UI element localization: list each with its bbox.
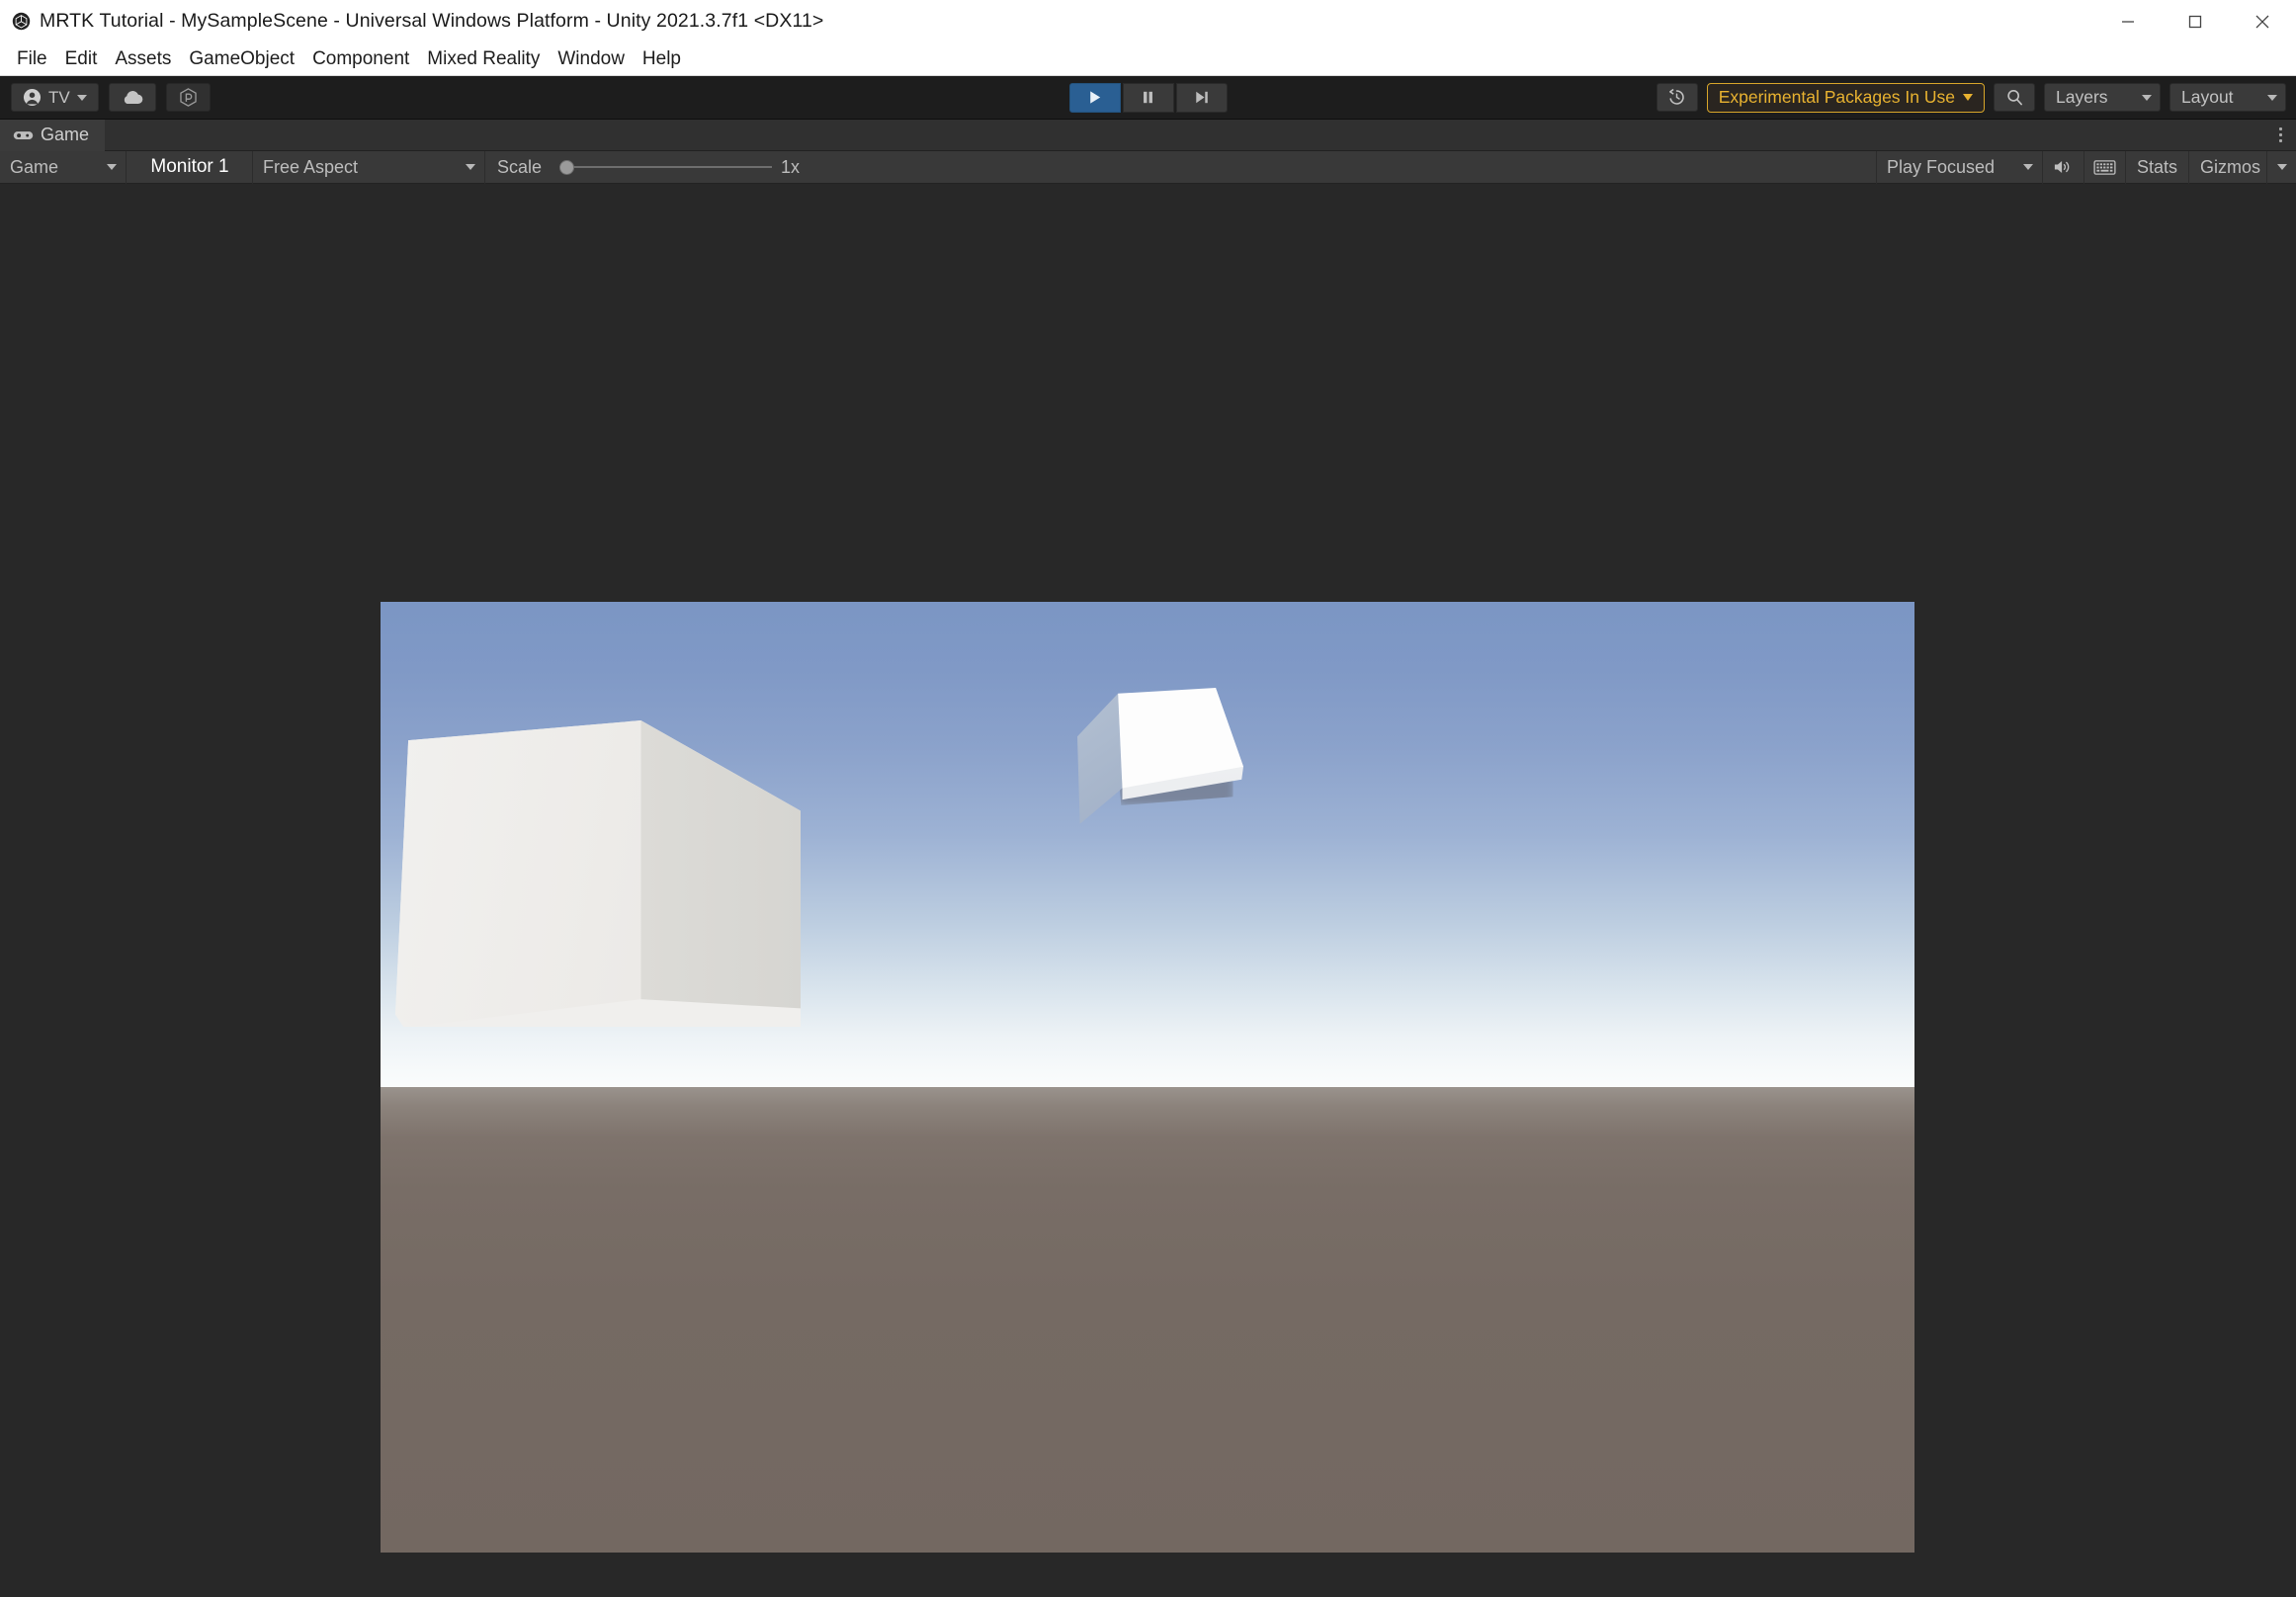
unity-main-toolbar: TV Experimental Packages In Use Layers L… <box>0 76 2296 120</box>
experimental-packages-label: Experimental Packages In Use <box>1718 87 1955 107</box>
chevron-down-icon <box>2022 164 2033 170</box>
maximize-icon <box>2188 15 2202 28</box>
tab-game[interactable]: Game <box>0 119 106 151</box>
window-controls <box>2094 0 2296 42</box>
unity-logo-icon <box>12 12 31 31</box>
tab-game-label: Game <box>41 125 90 144</box>
chevron-down-icon <box>2142 94 2152 101</box>
aspect-ratio-selector[interactable]: Free Aspect <box>253 150 485 184</box>
maximize-button[interactable] <box>2162 0 2229 42</box>
menu-item-help[interactable]: Help <box>634 46 690 72</box>
chevron-down-icon <box>76 94 87 101</box>
scale-label: Scale <box>497 156 543 177</box>
layers-label: Layers <box>2056 87 2108 107</box>
toolbar-left-group: TV <box>0 83 211 112</box>
search-icon <box>2006 90 2022 106</box>
scale-slider[interactable] <box>559 159 773 175</box>
undo-history-button[interactable] <box>1656 83 1698 112</box>
minimize-icon <box>2122 20 2134 23</box>
pause-button[interactable] <box>1122 82 1174 113</box>
menu-item-mixed-reality[interactable]: Mixed Reality <box>418 46 549 72</box>
speaker-icon <box>2055 161 2070 173</box>
chevron-down-icon <box>1963 94 1973 101</box>
large-cube <box>395 720 801 1027</box>
play-button[interactable] <box>1068 82 1121 113</box>
menu-item-edit[interactable]: Edit <box>56 46 107 72</box>
game-view-selector-label: Game <box>10 156 59 177</box>
vsync-button[interactable] <box>2083 150 2125 184</box>
display-selector-label: Monitor 1 <box>150 156 229 177</box>
game-toolbar-right-group: Play Focused Stats Gizmos <box>1875 150 2296 184</box>
account-label: TV <box>48 87 70 107</box>
game-view-selector[interactable]: Game <box>0 150 127 184</box>
layout-label: Layout <box>2181 87 2234 107</box>
minimize-button[interactable] <box>2094 0 2162 42</box>
menu-item-gameobject[interactable]: GameObject <box>180 46 303 72</box>
toolbar-right-group: Experimental Packages In Use Layers Layo… <box>1656 82 2286 113</box>
layers-dropdown[interactable]: Layers <box>2044 83 2161 112</box>
title-bar-left: MRTK Tutorial - MySampleScene - Universa… <box>0 10 823 33</box>
chevron-down-icon <box>2267 94 2277 101</box>
play-mode-selector[interactable]: Play Focused <box>1875 150 2042 184</box>
keyboard-grid-icon <box>2093 159 2116 175</box>
dock-tab-bar: Game <box>0 119 2296 151</box>
chevron-down-icon <box>107 164 117 170</box>
menu-item-file[interactable]: File <box>8 46 56 72</box>
step-button[interactable] <box>1175 82 1228 113</box>
scale-value: 1x <box>781 156 801 177</box>
playback-controls <box>1068 82 1228 113</box>
experimental-packages-button[interactable]: Experimental Packages In Use <box>1706 82 1985 113</box>
gizmos-dropdown-button[interactable] <box>2266 150 2296 184</box>
game-view-area <box>0 184 2296 1597</box>
pause-icon <box>1144 91 1152 104</box>
window-title-bar: MRTK Tutorial - MySampleScene - Universa… <box>0 0 2296 42</box>
game-viewport[interactable] <box>381 602 1914 1553</box>
step-forward-icon <box>1196 91 1208 104</box>
stats-button[interactable]: Stats <box>2124 150 2188 184</box>
gamepad-icon <box>13 130 34 139</box>
cloud-icon <box>124 91 143 104</box>
play-mode-label: Play Focused <box>1886 156 1996 177</box>
ground-plane <box>381 1086 1914 1553</box>
layout-dropdown[interactable]: Layout <box>2169 83 2286 112</box>
menu-item-assets[interactable]: Assets <box>106 46 180 72</box>
chevron-down-icon <box>466 164 475 170</box>
window-title: MRTK Tutorial - MySampleScene - Universa… <box>40 10 824 32</box>
close-icon <box>2255 15 2269 28</box>
game-view-toolbar: Game Monitor 1 Free Aspect Scale 1x Play… <box>0 150 2296 184</box>
plastic-scm-button[interactable] <box>165 83 211 112</box>
cloud-button[interactable] <box>108 83 156 112</box>
more-options-icon[interactable] <box>2279 127 2282 142</box>
menu-item-component[interactable]: Component <box>303 46 418 72</box>
scale-control: Scale 1x <box>485 157 811 178</box>
scale-slider-track <box>559 166 773 168</box>
search-button[interactable] <box>1994 83 2035 112</box>
display-selector[interactable]: Monitor 1 <box>127 150 253 184</box>
mute-audio-button[interactable] <box>2041 150 2083 184</box>
aspect-ratio-label: Free Aspect <box>263 156 359 177</box>
close-button[interactable] <box>2229 0 2296 42</box>
plastic-scm-icon <box>180 88 197 107</box>
account-button[interactable]: TV <box>11 83 99 112</box>
small-cube <box>1077 688 1250 831</box>
scale-slider-knob[interactable] <box>559 159 575 175</box>
chevron-down-icon <box>2276 164 2287 170</box>
undo-history-icon <box>1669 88 1684 105</box>
gizmos-button[interactable]: Gizmos <box>2187 150 2266 184</box>
account-icon <box>23 88 42 107</box>
play-icon <box>1090 91 1101 104</box>
menu-bar: File Edit Assets GameObject Component Mi… <box>0 42 2296 76</box>
menu-item-window[interactable]: Window <box>549 46 634 72</box>
